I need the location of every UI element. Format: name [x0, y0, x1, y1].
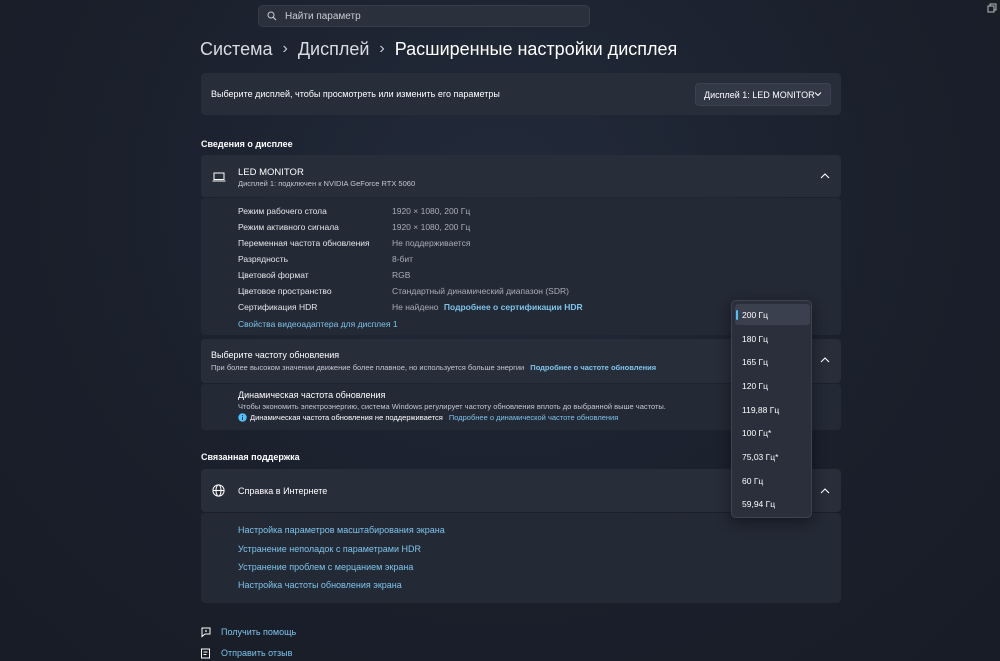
dynamic-refresh-desc: Чтобы экономить электроэнергию, система … [238, 402, 666, 411]
breadcrumb: Система › Дисплей › Расширенные настройк… [200, 36, 677, 62]
dynamic-refresh-link[interactable]: Подробнее о динамической частоте обновле… [449, 413, 618, 422]
search-box[interactable] [258, 5, 590, 27]
help-links-card: Настройка параметров масштабирования экр… [201, 513, 841, 603]
support-heading: Связанная поддержка [201, 452, 300, 462]
get-help-link[interactable]: Получить помощь [200, 626, 296, 638]
send-feedback-label: Отправить отзыв [221, 648, 293, 658]
hdr-cert-link[interactable]: Подробнее о сертификации HDR [444, 302, 583, 312]
prop-value: Стандартный динамический диапазон (SDR) [392, 286, 569, 296]
refresh-option[interactable]: 119,88 Гц [735, 399, 810, 420]
dynamic-refresh-status: Динамическая частота обновления не подде… [250, 413, 443, 422]
refresh-option[interactable]: 120 Гц [735, 375, 810, 396]
help-link[interactable]: Устранение неполадок с параметрами HDR [238, 544, 421, 554]
display-select-card: Выберите дисплей, чтобы просмотреть или … [201, 73, 841, 115]
chevron-down-icon [814, 92, 822, 97]
online-help-title: Справка в Интернете [238, 486, 328, 496]
search-icon [267, 11, 277, 21]
refresh-rate-dropdown[interactable]: 200 Гц 180 Гц 165 Гц 120 Гц 119,88 Гц 10… [731, 300, 812, 518]
monitor-subtitle: Дисплей 1: подключен к NVIDIA GeForce RT… [238, 179, 416, 188]
prop-label: Цветовое пространство [238, 286, 332, 296]
help-link[interactable]: Настройка частоты обновления экрана [238, 580, 402, 590]
laptop-icon [212, 172, 226, 182]
refresh-option[interactable]: 59,94 Гц [735, 493, 810, 514]
chevron-up-icon[interactable] [820, 357, 830, 363]
refresh-option[interactable]: 200 Гц [735, 304, 810, 325]
help-link[interactable]: Устранение проблем с мерцанием экрана [238, 562, 413, 572]
prop-label: Режим рабочего стола [238, 206, 327, 216]
display-info-heading: Сведения о дисплее [201, 139, 293, 149]
refresh-rate-desc-line: При более высоком значении движение боле… [211, 363, 656, 372]
prop-label: Режим активного сигнала [238, 222, 339, 232]
prop-value: RGB [392, 270, 411, 280]
breadcrumb-separator-icon: › [282, 40, 288, 57]
breadcrumb-separator-icon: › [379, 40, 385, 57]
chevron-up-icon[interactable] [820, 173, 830, 179]
prop-label: Сертификация HDR [238, 302, 318, 312]
help-link[interactable]: Настройка параметров масштабирования экр… [238, 525, 445, 535]
refresh-rate-title: Выберите частоту обновления [211, 350, 340, 360]
prop-value: 1920 × 1080, 200 Гц [392, 222, 471, 232]
prop-label: Цветовой формат [238, 270, 309, 280]
refresh-rate-description: При более высоком значении движение боле… [211, 363, 525, 372]
breadcrumb-display[interactable]: Дисплей [298, 39, 370, 60]
search-input[interactable] [285, 10, 565, 22]
prop-label: Переменная частота обновления [238, 238, 370, 248]
window-restore-icon[interactable] [987, 3, 997, 13]
prop-label: Разрядность [238, 254, 289, 264]
refresh-option[interactable]: 165 Гц [735, 351, 810, 372]
adapter-properties-link[interactable]: Свойства видеоадаптера для дисплея 1 [238, 319, 398, 329]
send-feedback-link[interactable]: Отправить отзыв [200, 647, 292, 659]
hdr-status: Не найдено [392, 302, 439, 312]
feedback-icon [201, 648, 210, 659]
display-select-value: Дисплей 1: LED MONITOR [704, 89, 815, 100]
prop-value: 8-бит [392, 254, 414, 264]
prop-value: 1920 × 1080, 200 Гц [392, 206, 471, 216]
refresh-rate-more-link[interactable]: Подробнее о частоте обновления [530, 363, 656, 372]
help-chat-icon [201, 627, 211, 638]
dynamic-refresh-status-line: Динамическая частота обновления не подде… [238, 413, 618, 422]
globe-icon [212, 484, 225, 497]
page-title: Расширенные настройки дисплея [394, 38, 678, 59]
display-select-prompt: Выберите дисплей, чтобы просмотреть или … [211, 89, 500, 99]
chevron-up-icon[interactable] [820, 488, 830, 494]
dynamic-refresh-title: Динамическая частота обновления [238, 390, 386, 400]
info-icon [238, 413, 247, 422]
refresh-option[interactable]: 60 Гц [735, 470, 810, 491]
prop-value: Не поддерживается [392, 238, 471, 248]
monitor-name: LED MONITOR [238, 167, 304, 178]
refresh-option[interactable]: 75,03 Гц* [735, 446, 810, 467]
refresh-option[interactable]: 180 Гц [735, 328, 810, 349]
breadcrumb-system[interactable]: Система [200, 39, 273, 60]
refresh-option[interactable]: 100 Гц* [735, 422, 810, 443]
prop-value: Не найдено Подробнее о сертификации HDR [392, 302, 583, 312]
monitor-header-card[interactable]: LED MONITOR Дисплей 1: подключен к NVIDI… [201, 155, 841, 197]
get-help-label: Получить помощь [221, 627, 297, 637]
display-select-dropdown[interactable]: Дисплей 1: LED MONITOR [695, 83, 831, 106]
